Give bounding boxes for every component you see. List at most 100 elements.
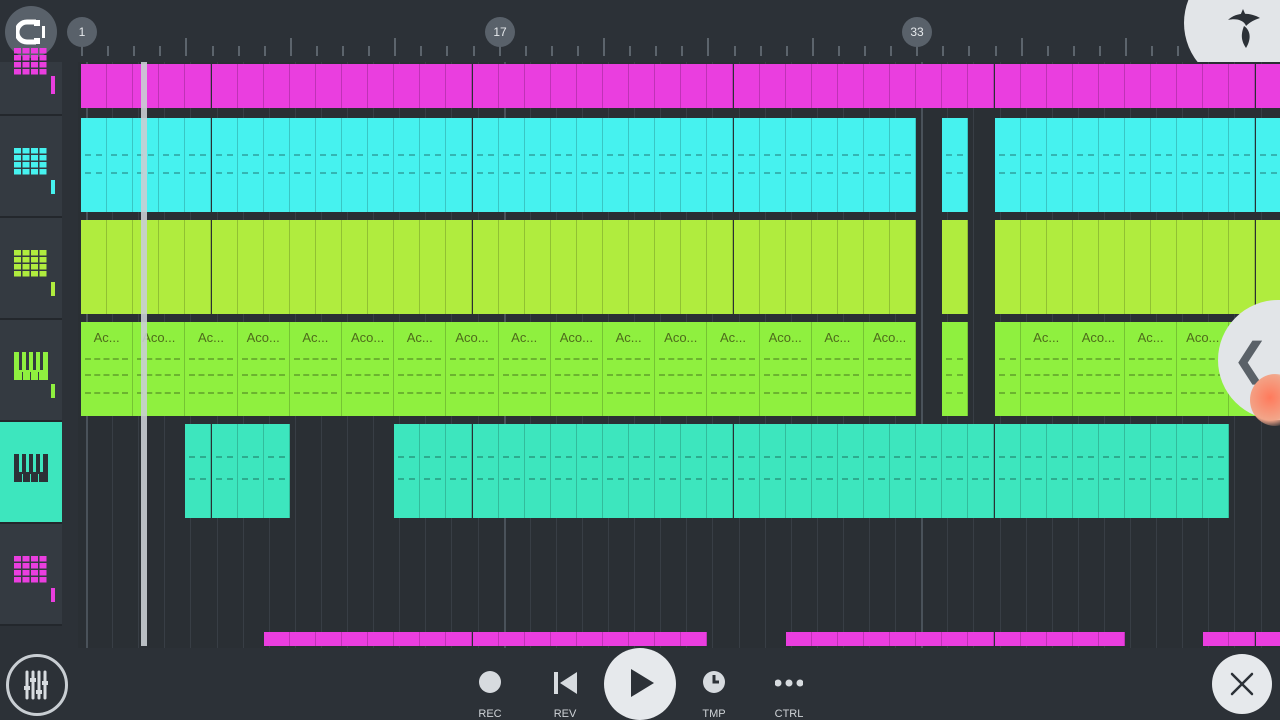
pattern-clip[interactable] [942,322,969,416]
pattern-clip[interactable] [1072,424,1099,518]
pattern-clip[interactable] [420,118,447,212]
pattern-clip[interactable] [629,220,656,314]
pattern-clip[interactable] [864,632,891,646]
pattern-clip[interactable] [1151,64,1178,108]
pattern-clip[interactable]: Ac... [707,322,760,416]
pattern-clip[interactable] [446,220,473,314]
pattern-clip[interactable] [655,632,682,646]
pattern-clip[interactable] [211,424,238,518]
pattern-clip[interactable] [1072,118,1099,212]
pattern-clip[interactable] [994,632,1021,646]
pattern-clip[interactable] [994,118,1021,212]
pattern-clip[interactable] [603,220,630,314]
pattern-clip[interactable]: Aco... [864,322,917,416]
pattern-clip[interactable] [289,632,316,646]
pattern-clip[interactable] [1203,64,1230,108]
pattern-clip[interactable] [472,118,499,212]
pattern-clip[interactable] [890,632,917,646]
playlist-area[interactable]: Ac... Aco... Ac... Aco... Ac... Aco... Ac... Ac… [78,62,1280,648]
pattern-clip[interactable] [837,64,864,108]
pattern-clip[interactable] [1203,632,1230,646]
pattern-clip[interactable] [942,220,969,314]
pattern-clip[interactable] [472,64,499,108]
pattern-clip[interactable] [603,64,630,108]
pattern-clip[interactable] [655,118,682,212]
pattern-clip[interactable] [394,424,421,518]
pattern-clip[interactable]: Aco... [237,322,290,416]
pattern-clip[interactable] [394,220,421,314]
track-header-1[interactable] [0,48,62,116]
pattern-clip[interactable] [1020,118,1047,212]
pattern-clip[interactable]: Ac... [81,322,134,416]
pattern-clip[interactable] [524,118,551,212]
pattern-clip[interactable] [968,632,995,646]
pattern-clip[interactable] [446,424,473,518]
pattern-clip[interactable] [237,118,264,212]
pattern-clip[interactable] [524,220,551,314]
pattern-clip[interactable]: Ac... [1125,322,1178,416]
pattern-clip[interactable] [1020,632,1047,646]
pattern-clip[interactable] [811,632,838,646]
pattern-clip[interactable] [289,220,316,314]
pattern-clip[interactable] [315,64,342,108]
pattern-clip[interactable] [1098,220,1125,314]
pattern-clip[interactable] [472,424,499,518]
pattern-clip[interactable] [1229,64,1256,108]
pattern-clip[interactable] [1046,632,1073,646]
pattern-clip[interactable] [1020,64,1047,108]
track-header-2[interactable] [0,116,62,218]
pattern-clip[interactable] [681,118,708,212]
pattern-clip[interactable] [707,424,734,518]
pattern-clip[interactable] [968,64,995,108]
pattern-clip[interactable] [107,64,134,108]
pattern-clip[interactable] [550,424,577,518]
pattern-clip[interactable] [1072,632,1099,646]
pattern-clip[interactable] [263,424,290,518]
pattern-clip[interactable] [994,322,1021,416]
pattern-clip[interactable] [1020,424,1047,518]
pattern-clip[interactable] [1229,220,1256,314]
pattern-clip[interactable] [1046,118,1073,212]
pattern-clip[interactable] [837,220,864,314]
pattern-clip[interactable] [237,64,264,108]
pattern-clip[interactable] [994,64,1021,108]
pattern-clip[interactable] [185,220,212,314]
pattern-clip[interactable]: Ac... [394,322,447,416]
pattern-clip[interactable] [368,220,395,314]
pattern-clip[interactable] [759,64,786,108]
pattern-clip[interactable] [289,64,316,108]
pattern-clip[interactable]: Aco... [1072,322,1125,416]
pattern-clip[interactable]: Ac... [1020,322,1073,416]
pattern-clip[interactable] [81,118,108,212]
pattern-clip[interactable] [498,64,525,108]
pattern-clip[interactable] [785,632,812,646]
pattern-clip[interactable] [263,64,290,108]
pattern-clip[interactable] [446,118,473,212]
pattern-clip[interactable] [655,424,682,518]
pattern-clip[interactable] [864,424,891,518]
pattern-clip[interactable] [185,424,212,518]
play-button[interactable] [604,648,676,720]
pattern-clip[interactable] [107,220,134,314]
pattern-clip[interactable] [603,632,630,646]
pattern-clip[interactable]: Aco... [342,322,395,416]
pattern-clip[interactable] [655,220,682,314]
pattern-clip[interactable] [811,424,838,518]
pattern-clip[interactable] [707,64,734,108]
pattern-clip[interactable] [1255,64,1280,108]
pattern-clip[interactable] [785,118,812,212]
pattern-clip[interactable] [759,118,786,212]
pattern-clip[interactable] [942,118,969,212]
pattern-clip[interactable] [759,220,786,314]
pattern-clip[interactable] [1046,220,1073,314]
pattern-clip[interactable] [576,632,603,646]
pattern-clip[interactable] [1098,118,1125,212]
pattern-clip[interactable] [420,632,447,646]
pattern-clip[interactable] [524,632,551,646]
pattern-clip[interactable] [942,64,969,108]
pattern-clip[interactable] [576,424,603,518]
pattern-clip[interactable]: Aco... [446,322,499,416]
pattern-clip[interactable] [1203,118,1230,212]
pattern-clip[interactable] [394,64,421,108]
record-button[interactable]: REC [460,656,520,720]
